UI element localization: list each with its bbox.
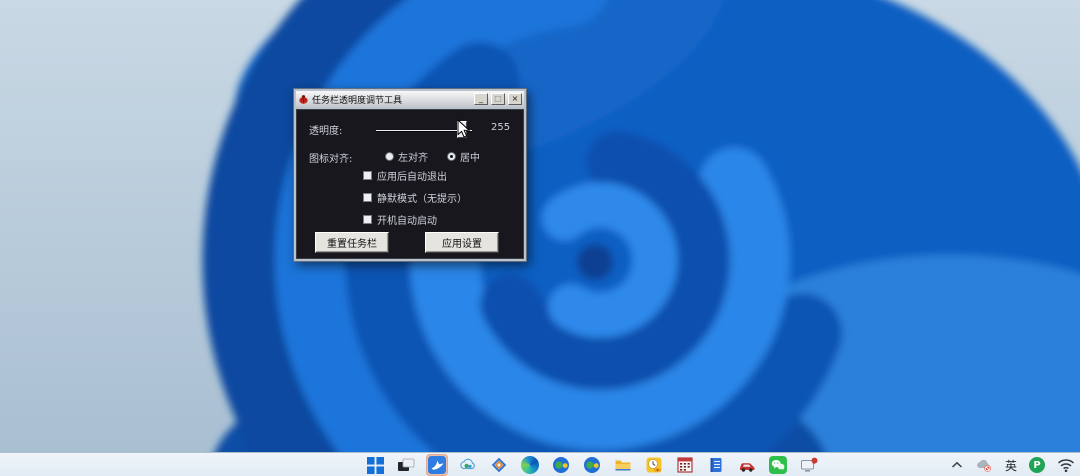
window-content: 透明度: 255 图标对齐: 左对齐 居中 应用后自动退出 静默模式（无提示）	[296, 109, 524, 259]
monitor-balloon-icon	[801, 457, 818, 472]
system-tray: 英 P	[951, 453, 1075, 476]
notebook-icon	[710, 458, 722, 472]
cloud-error-icon	[977, 459, 991, 472]
radio-align-center-label: 居中	[460, 153, 480, 164]
radio-align-left[interactable]: 左对齐	[385, 149, 428, 164]
wifi-icon	[1057, 458, 1075, 472]
cloud-sync-error-button[interactable]	[975, 456, 993, 474]
wifi-button[interactable]	[1057, 458, 1075, 473]
checkbox-auto-exit-label: 应用后自动退出	[377, 172, 447, 183]
ime-language-button[interactable]: 英	[1005, 457, 1017, 474]
taskbar-icon-notebook[interactable]	[705, 454, 727, 476]
taskbar-icons	[364, 453, 820, 476]
taskbar-icon-blue-globe-2[interactable]	[581, 454, 603, 476]
system-window-icon	[398, 458, 415, 471]
calendar-icon	[677, 457, 693, 473]
checkbox-silent-mode-box[interactable]	[363, 193, 372, 202]
knot-icon	[491, 457, 507, 473]
taskbar-icon-cloud-drive[interactable]	[457, 454, 479, 476]
window-title: 任务栏透明度调节工具	[312, 95, 403, 106]
transparency-tool-window: 任务栏透明度调节工具 _ □ × 透明度: 255 图标对齐: 左对齐 居中 应…	[293, 88, 527, 262]
desktop: 任务栏透明度调节工具 _ □ × 透明度: 255 图标对齐: 左对齐 居中 应…	[0, 0, 1080, 476]
taskbar: 英 P	[0, 452, 1080, 476]
transparency-label: 透明度:	[309, 126, 343, 137]
start-button[interactable]	[364, 454, 386, 476]
taskbar-icon-blue-globe-1[interactable]	[550, 454, 572, 476]
taskbar-icon-edge[interactable]	[519, 454, 541, 476]
wallpaper-bloom	[0, 0, 1080, 476]
blue-globe-icon	[584, 457, 600, 473]
taskbar-icon-system-window[interactable]	[395, 454, 417, 476]
windows-logo-icon	[366, 456, 384, 474]
taskbar-icon-calendar[interactable]	[674, 454, 696, 476]
wechat-icon	[769, 456, 787, 474]
radio-align-center[interactable]: 居中	[447, 149, 480, 164]
green-p-badge-button[interactable]: P	[1029, 457, 1045, 473]
radio-circle-left[interactable]	[385, 152, 394, 161]
taskbar-icon-transparency-tool[interactable]	[426, 454, 448, 476]
chevron-up-icon	[951, 461, 962, 468]
checkbox-auto-exit-box[interactable]	[363, 171, 372, 180]
close-button[interactable]: ×	[508, 93, 522, 105]
hidden-icons-button[interactable]	[951, 461, 963, 469]
checkbox-autostart[interactable]: 开机自动启动	[363, 212, 437, 227]
taskbar-icon-media-player[interactable]	[643, 454, 665, 476]
icon-align-label: 图标对齐:	[309, 154, 353, 165]
clock-player-icon	[646, 457, 662, 473]
taskbar-icon-knot-app[interactable]	[488, 454, 510, 476]
checkbox-autostart-box[interactable]	[363, 215, 372, 224]
cloud-drive-icon	[460, 458, 475, 470]
checkbox-auto-exit[interactable]: 应用后自动退出	[363, 168, 447, 183]
maximize-button[interactable]: □	[491, 93, 505, 105]
red-car-icon	[740, 463, 755, 472]
blue-bird-icon	[428, 456, 446, 474]
edge-browser-icon	[521, 456, 539, 474]
window-titlebar[interactable]: 任务栏透明度调节工具 _ □ ×	[296, 91, 524, 107]
checkbox-silent-mode-label: 静默模式（无提示）	[377, 194, 467, 205]
transparency-value: 255	[491, 122, 511, 133]
apply-settings-button[interactable]: 应用设置	[425, 232, 499, 253]
p-badge-icon: P	[1029, 457, 1045, 473]
taskbar-icon-car-app[interactable]	[736, 454, 758, 476]
blue-globe-icon	[553, 457, 569, 473]
taskbar-icon-folder[interactable]	[612, 454, 634, 476]
folder-icon	[615, 460, 631, 471]
reset-taskbar-button[interactable]: 重置任务栏	[315, 232, 389, 253]
checkbox-silent-mode[interactable]: 静默模式（无提示）	[363, 190, 467, 205]
app-ladybug-icon	[299, 94, 308, 104]
radio-align-left-label: 左对齐	[398, 153, 428, 164]
mouse-cursor	[457, 119, 471, 138]
checkbox-autostart-label: 开机自动启动	[377, 216, 437, 227]
radio-circle-center[interactable]	[447, 152, 456, 161]
taskbar-icon-remote-monitor[interactable]	[798, 454, 820, 476]
taskbar-icon-wechat[interactable]	[767, 454, 789, 476]
minimize-button[interactable]: _	[474, 93, 488, 105]
